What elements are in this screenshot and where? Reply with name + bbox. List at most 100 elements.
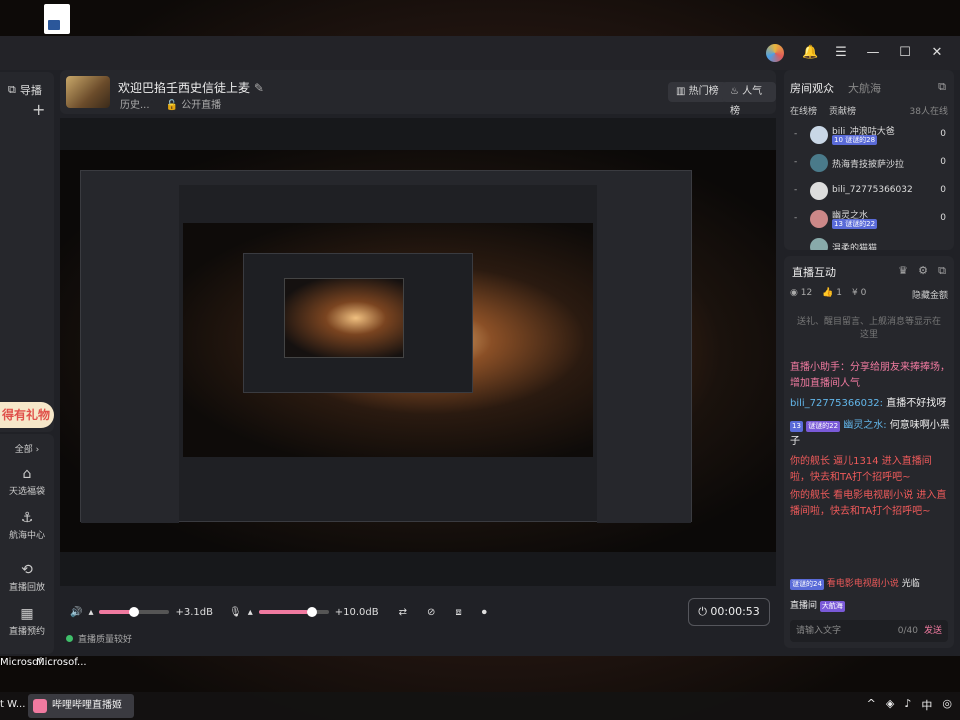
- live-timer[interactable]: ⏻ 00:00:53: [688, 598, 770, 626]
- chat-input-placeholder: 请输入文字: [796, 626, 842, 636]
- audience-rank: -: [794, 129, 798, 139]
- trophy-icon[interactable]: ♛: [898, 264, 908, 277]
- settings-icon[interactable]: ⚙: [918, 264, 928, 277]
- tool-navigation-center[interactable]: ⚓ 航海中心: [0, 510, 54, 541]
- notification-icon[interactable]: ◎: [942, 697, 952, 713]
- audience-tabs: 房间观众 大航海: [790, 80, 881, 96]
- gift-promo-banner[interactable]: 得有礼物: [0, 402, 54, 428]
- audience-rank: -: [794, 213, 798, 223]
- stream-quality-status: 直播质量较好: [66, 632, 132, 645]
- popout-icon[interactable]: ⧉: [938, 80, 946, 94]
- record-icon[interactable]: ⏺: [482, 607, 487, 618]
- network-icon[interactable]: ◈: [886, 697, 894, 713]
- speaker-icon[interactable]: 🔊: [70, 607, 82, 618]
- audience-name[interactable]: bili_72775366032: [832, 185, 913, 195]
- tab-contribution-rank[interactable]: 贡献榜: [829, 104, 856, 117]
- mic-volume-slider[interactable]: [258, 607, 329, 617]
- nested-right-panel: [597, 185, 691, 523]
- add-scene-button[interactable]: +: [32, 100, 45, 119]
- mute-icon[interactable]: ⊘: [427, 607, 435, 618]
- audience-score: 0: [940, 157, 946, 167]
- audience-row[interactable]: - 热海青技披萨沙拉 0: [790, 152, 950, 174]
- gift-area-hint: 送礼、醒目留言、上舰消息等显示在这里: [796, 317, 941, 340]
- slider-knob[interactable]: [129, 607, 140, 617]
- taskbar-app-label: 哔哩哔哩直播姬: [52, 700, 122, 711]
- audience-row[interactable]: - bili_冲浪咕大爸 10 谜谜的28 0: [790, 124, 950, 146]
- all-label: 全部: [14, 445, 33, 455]
- ime-indicator[interactable]: 中: [921, 697, 932, 713]
- chat-message: bili_72775366032: 直播不好找呀: [790, 398, 947, 409]
- system-message: 你的舰长 逼儿1314 进入直播间啦，快去和TA打个招呼吧~: [790, 454, 950, 486]
- recursive-preview-window: [80, 170, 692, 523]
- stream-preview-canvas[interactable]: [60, 150, 776, 552]
- app-logo: [766, 44, 784, 62]
- close-icon[interactable]: ✕: [930, 46, 944, 60]
- tool-label: 直播回放: [8, 583, 45, 593]
- chevron-up-icon[interactable]: ▴: [88, 607, 93, 618]
- audience-name[interactable]: 热海青技披萨沙拉: [832, 157, 904, 170]
- room-cover-thumbnail[interactable]: [66, 76, 110, 108]
- hot-rank-button[interactable]: ▥ 热门榜: [668, 82, 727, 102]
- room-title[interactable]: 欢迎巴掐壬西史信徒上麦 ✎: [118, 79, 264, 96]
- mixer-icon[interactable]: ⇄: [399, 607, 407, 618]
- tab-navigation[interactable]: 大航海: [848, 80, 881, 96]
- avatar[interactable]: [810, 182, 828, 200]
- tool-label: 天选福袋: [8, 487, 45, 497]
- volume-icon[interactable]: ♪: [904, 697, 911, 713]
- avatar[interactable]: [810, 238, 828, 250]
- system-message: 你的舰长 看电影电视剧小说 进入直播间啦，快去和TA打个招呼吧~: [790, 488, 950, 520]
- hide-amount-toggle[interactable]: 隐藏金额: [912, 288, 948, 301]
- menu-icon[interactable]: ☰: [834, 46, 848, 60]
- audience-row[interactable]: - 幽灵之水 13 谜谜的22 0: [790, 208, 950, 230]
- public-live-status[interactable]: 🔓 公开直播: [166, 96, 222, 111]
- avatar[interactable]: [810, 154, 828, 172]
- chevron-up-icon[interactable]: ▴: [248, 607, 253, 618]
- avatar[interactable]: [810, 210, 828, 228]
- microphone-icon[interactable]: 🎙: [229, 607, 242, 618]
- room-category[interactable]: 历史...: [120, 96, 150, 111]
- taskbar-app-button[interactable]: 哔哩哔哩直播姬: [28, 694, 134, 718]
- navigation-tag: 大航海: [819, 601, 845, 612]
- taskbar-item-label[interactable]: t W...: [0, 699, 25, 710]
- tab-room-audience[interactable]: 房间观众: [790, 80, 834, 96]
- anchor-icon: ⚓: [20, 510, 34, 526]
- message-author[interactable]: bili_72775366032: [790, 398, 880, 409]
- live-timer-value: 00:00:53: [710, 605, 760, 618]
- entry-user[interactable]: 看电影电视剧小说: [827, 579, 899, 589]
- minimize-icon[interactable]: —: [866, 46, 880, 60]
- camera-switch-icon[interactable]: ⧈: [455, 607, 461, 618]
- chat-input[interactable]: 请输入文字 0/40 发送: [790, 620, 948, 642]
- edit-icon[interactable]: ✎: [254, 81, 264, 95]
- bell-icon[interactable]: 🔔: [802, 46, 818, 60]
- maximize-icon[interactable]: ☐: [898, 46, 912, 60]
- stream-preview-area[interactable]: [60, 118, 776, 586]
- all-tools-link[interactable]: 全部 ›: [0, 442, 54, 455]
- system-volume-slider[interactable]: [99, 607, 170, 617]
- avatar[interactable]: [810, 126, 828, 144]
- tool-schedule[interactable]: ▦ 直播预约: [0, 606, 54, 637]
- interaction-stats: ◉ 12 👍 1 ¥ 0: [790, 288, 866, 298]
- popularity-rank-button[interactable]: ♨ 人气榜: [722, 82, 776, 117]
- slider-knob[interactable]: [306, 607, 317, 617]
- popout-icon[interactable]: ⧉: [938, 264, 946, 278]
- message-author[interactable]: 幽灵之水: [843, 420, 883, 431]
- system-volume-value: +3.1dB: [175, 606, 213, 618]
- tab-online-rank[interactable]: 在线榜: [790, 104, 817, 117]
- tool-replay[interactable]: ⟲ 直播回放: [0, 562, 54, 593]
- message-author[interactable]: 直播小助手: [790, 362, 840, 373]
- audience-panel: 房间观众 大航海 ⧉ 在线榜 贡献榜 38人在线 - bili_冲浪咕大爸 10…: [784, 70, 954, 250]
- audience-row[interactable]: 温柔的猫猫: [790, 236, 950, 250]
- send-button[interactable]: 发送: [924, 620, 942, 642]
- audience-name[interactable]: 温柔的猫猫: [832, 241, 877, 250]
- tray-overflow-icon[interactable]: ^: [867, 697, 876, 713]
- mic-volume-value: +10.0dB: [334, 606, 379, 618]
- entry-action: 光临: [901, 579, 920, 589]
- tool-lucky-bag[interactable]: ⌂ 天选福袋: [0, 466, 54, 497]
- word-document-icon[interactable]: [44, 4, 70, 34]
- audience-row[interactable]: - bili_72775366032 0: [790, 180, 950, 202]
- chat-message: 13 谜谜的22 幽灵之水: 何意味啊小黑子: [790, 420, 950, 447]
- guide-tab[interactable]: ⧉ 导播: [8, 82, 42, 98]
- audience-score: 0: [940, 213, 946, 223]
- lock-icon: 🔓: [165, 100, 178, 111]
- slider-fill: [258, 610, 308, 614]
